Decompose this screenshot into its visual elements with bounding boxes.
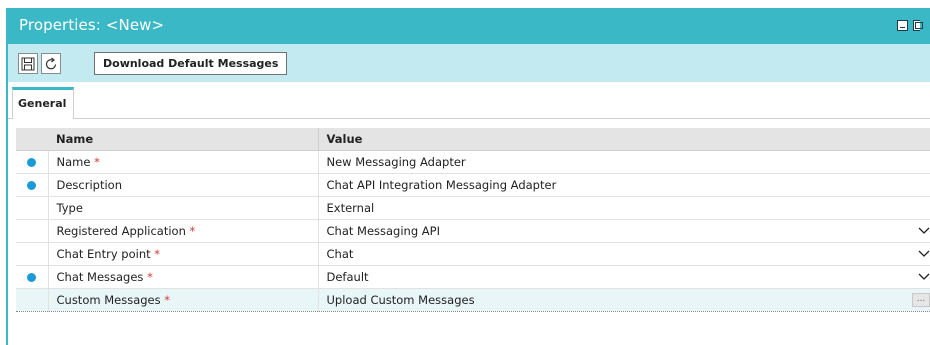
property-value[interactable]: New Messaging Adapter (327, 155, 466, 169)
table-row[interactable]: Registered Application * Chat Messaging A… (16, 219, 930, 243)
row-indicator-cell (16, 196, 48, 220)
table-row[interactable]: Chat Messages * Default (16, 265, 930, 289)
property-name-cell: Chat Messages * (47, 265, 318, 289)
property-name: Custom Messages (56, 292, 161, 307)
table-row[interactable]: Type External (16, 196, 930, 220)
modified-dot-icon (27, 157, 37, 167)
property-value-cell[interactable]: Chat (317, 242, 930, 266)
row-indicator-cell (16, 265, 48, 289)
row-indicator-cell (16, 173, 48, 197)
property-value-cell[interactable]: Chat Messaging API (317, 219, 930, 243)
download-default-messages-button[interactable]: Download Default Messages (94, 52, 288, 75)
browse-button[interactable]: ... (912, 292, 930, 307)
property-value[interactable]: Chat (327, 247, 354, 261)
chevron-down-icon[interactable] (918, 272, 930, 282)
toolbar: Download Default Messages (8, 44, 930, 82)
property-name: Type (56, 200, 83, 215)
property-name: Registered Application (56, 223, 186, 238)
required-marker: * (147, 269, 153, 284)
modified-dot-icon (27, 272, 37, 282)
property-value[interactable]: Chat Messaging API (327, 224, 441, 238)
property-value[interactable]: Upload Custom Messages (327, 293, 475, 307)
property-value-cell[interactable]: Default (317, 265, 930, 289)
chevron-down-icon[interactable] (918, 249, 930, 259)
required-marker: * (154, 246, 161, 261)
row-indicator-cell (16, 287, 48, 312)
value-column-header[interactable]: Value (317, 128, 930, 151)
grid-header-row: Name Value (16, 128, 930, 151)
maximize-icon[interactable] (913, 20, 923, 31)
property-name: Description (56, 177, 123, 192)
save-icon[interactable] (18, 53, 38, 74)
table-row[interactable]: Custom Messages * Upload Custom Messages.… (16, 287, 930, 312)
property-value-cell: External (317, 196, 930, 220)
property-name-cell: Custom Messages * (47, 287, 318, 312)
required-marker: * (164, 292, 171, 307)
required-marker: * (94, 154, 100, 169)
property-name-cell: Type (47, 196, 318, 220)
row-indicator-cell (16, 150, 48, 174)
property-value-cell[interactable]: Upload Custom Messages... (317, 287, 930, 312)
name-column-header[interactable]: Name (48, 128, 318, 151)
window-title: Properties: <New> (19, 16, 165, 34)
modified-dot-icon (27, 180, 37, 190)
minimize-icon[interactable] (897, 20, 908, 31)
property-name: Chat Entry point (56, 246, 151, 261)
tab-strip: General (8, 87, 930, 119)
indicator-header (16, 128, 48, 151)
property-value-cell[interactable]: New Messaging Adapter (317, 150, 930, 174)
table-row[interactable]: Description Chat API Integration Messagin… (16, 173, 930, 197)
property-name-cell: Description (47, 173, 318, 197)
required-marker: * (189, 223, 196, 238)
property-name-cell: Name * (47, 150, 318, 174)
tab-general[interactable]: General (12, 87, 74, 119)
property-name: Chat Messages (56, 269, 144, 284)
table-row[interactable]: Chat Entry point * Chat (16, 242, 930, 266)
properties-grid: Name Value Name * New Messaging Adapter De… (16, 128, 930, 312)
property-name: Name (56, 154, 91, 169)
property-value: External (326, 200, 375, 215)
property-value-cell[interactable]: Chat API Integration Messaging Adapter (317, 173, 930, 197)
property-value[interactable]: Default (327, 270, 369, 284)
chevron-down-icon[interactable] (918, 226, 930, 236)
property-value[interactable]: Chat API Integration Messaging Adapter (327, 178, 557, 192)
property-name-cell: Registered Application * (47, 219, 318, 243)
property-name-cell: Chat Entry point * (47, 242, 318, 266)
row-indicator-cell (16, 219, 48, 243)
properties-window: Properties: <New> Download Default Messa… (0, 0, 930, 345)
title-bar: Properties: <New> (8, 8, 930, 44)
table-row[interactable]: Name * New Messaging Adapter (16, 150, 930, 174)
refresh-icon[interactable] (41, 53, 61, 74)
row-indicator-cell (16, 242, 48, 266)
